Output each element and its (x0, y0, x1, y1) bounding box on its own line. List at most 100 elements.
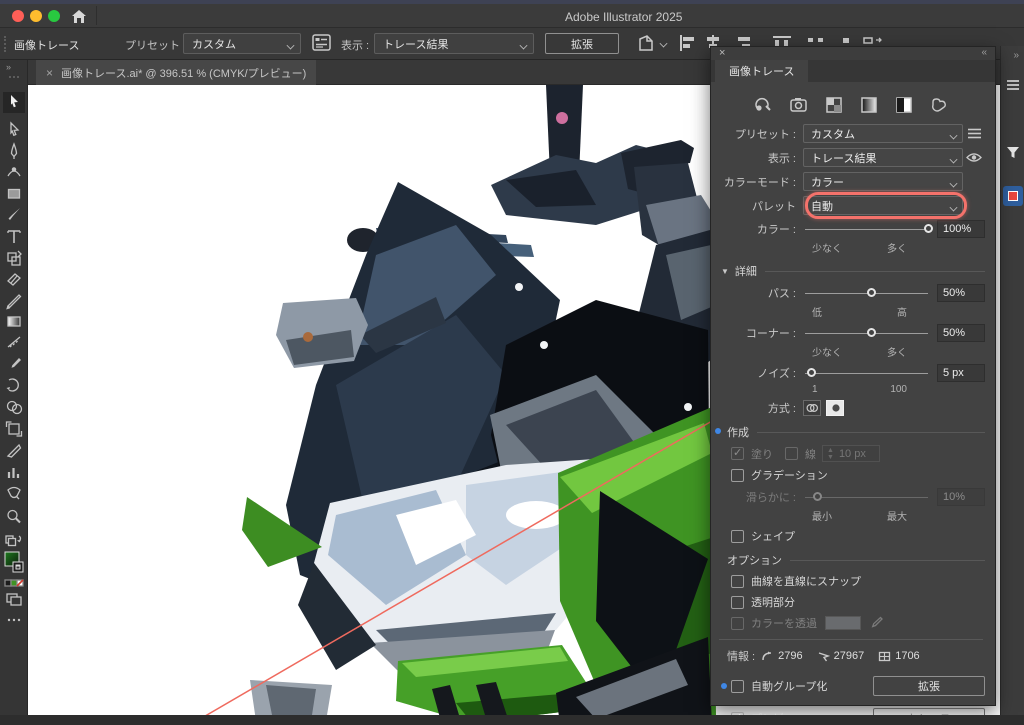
shaper-tool[interactable] (7, 295, 20, 309)
expand-button-panel[interactable]: 拡張 (873, 676, 985, 696)
color-mode-dropdown[interactable]: カラー (803, 172, 963, 191)
paintbrush-tool[interactable] (9, 208, 21, 220)
dock-menu-icon[interactable] (1007, 78, 1019, 92)
transparency-checkbox[interactable] (731, 596, 744, 609)
align-left-icon[interactable] (678, 34, 696, 52)
shape-checkbox[interactable] (731, 530, 744, 543)
anchors-count-icon (817, 650, 830, 663)
pink-detail (556, 112, 568, 124)
palette-dropdown[interactable]: 自動 (803, 196, 963, 215)
smooth-slider[interactable] (803, 491, 930, 504)
eraser-tool[interactable] (8, 274, 20, 285)
draw-mode-icon[interactable] (7, 594, 21, 605)
close-window-button[interactable] (12, 10, 24, 22)
detail-section-label: 詳細 (735, 263, 757, 279)
view-dropdown[interactable]: トレース結果 (374, 33, 534, 54)
zoom-window-button[interactable] (48, 10, 60, 22)
preset-menu-icon[interactable] (963, 128, 985, 139)
detail-section-header[interactable]: ▼ 詳細 (721, 263, 985, 279)
zoom-tool[interactable] (8, 511, 20, 523)
curvature-tool[interactable] (8, 168, 20, 176)
bottom-strip (0, 715, 1024, 725)
low-color-preset-icon[interactable] (825, 96, 843, 114)
artboard-icon[interactable] (636, 34, 656, 53)
rotate-tool[interactable] (7, 379, 19, 391)
corners-slider-row: コーナー : 50% (717, 324, 985, 342)
preset-dropdown[interactable]: カスタム (183, 33, 301, 54)
chevron-down-icon (950, 204, 957, 211)
colors-max-label: 多く (887, 240, 907, 255)
free-transform-tool[interactable] (8, 251, 21, 265)
column-graph-tool[interactable] (9, 468, 18, 478)
swatch-panel-icon[interactable] (1003, 186, 1023, 206)
control-bar-grip[interactable] (4, 36, 7, 52)
panel-preset-dropdown[interactable]: カスタム (803, 124, 963, 143)
stepper-arrows-icon[interactable]: ▲▼ (827, 447, 834, 461)
trace-panel-toggle-icon[interactable] (312, 34, 331, 51)
live-paint-tool[interactable] (8, 488, 20, 500)
tools-grip[interactable] (9, 76, 19, 78)
minimize-window-button[interactable] (30, 10, 42, 22)
palette-value: 自動 (811, 198, 833, 214)
paths-min-label: 低 (812, 304, 822, 319)
auto-color-preset-icon[interactable] (753, 96, 772, 114)
ignore-color-checkbox[interactable] (731, 617, 744, 630)
snap-checkbox[interactable] (731, 575, 744, 588)
expand-button-toolbar[interactable]: 拡張 (545, 33, 619, 54)
stroke-color-swatch[interactable] (13, 562, 23, 572)
shape-builder-tool[interactable] (8, 402, 22, 414)
smooth-min-label: 最小 (812, 508, 832, 523)
gradation-checkbox[interactable] (731, 469, 744, 482)
tab-image-trace[interactable]: 画像トレース (715, 60, 808, 82)
eyedropper-icon[interactable] (869, 616, 883, 630)
colors-value-field[interactable]: 100% (937, 220, 985, 238)
fills-checkbox[interactable] (731, 447, 744, 460)
filter-funnel-icon[interactable] (1006, 146, 1020, 159)
pen-tool[interactable] (12, 144, 17, 159)
rectangle-tool[interactable] (9, 190, 20, 199)
grayscale-preset-icon[interactable] (860, 96, 878, 114)
color-mode-value: カラー (811, 174, 844, 190)
panel-close-icon[interactable]: × (719, 47, 725, 59)
direct-selection-tool[interactable] (11, 123, 18, 135)
gradient-tool[interactable] (8, 317, 20, 326)
home-icon[interactable] (70, 8, 88, 26)
corners-value-field[interactable]: 50% (937, 324, 985, 342)
dock-expand-icon[interactable]: » (1013, 50, 1019, 61)
corners-slider[interactable] (803, 327, 930, 340)
outline-preset-icon[interactable] (930, 96, 949, 114)
ignore-color-swatch[interactable] (825, 616, 861, 630)
swap-fill-stroke-icon[interactable] (6, 536, 21, 546)
document-tab[interactable]: × 画像トレース.ai* @ 396.51 % (CMYK/プレビュー) (36, 60, 316, 85)
stroke-width-field[interactable]: ▲▼ 10 px (822, 445, 880, 462)
panel-collapse-icon[interactable]: « (981, 47, 987, 58)
line-segment-tool[interactable] (8, 337, 20, 347)
method-overlapping-button[interactable] (826, 400, 844, 416)
noise-slider[interactable] (803, 367, 930, 380)
colors-slider[interactable] (803, 223, 930, 236)
panel-view-dropdown[interactable]: トレース結果 (803, 148, 963, 167)
paths-value-field[interactable]: 50% (937, 284, 985, 302)
window-title: Adobe Illustrator 2025 (565, 10, 682, 24)
tools-expand-icon[interactable]: » (6, 62, 10, 72)
artboard-tool[interactable] (7, 422, 22, 436)
view-eye-icon[interactable] (963, 152, 985, 163)
smooth-value-field[interactable]: 10% (937, 488, 985, 506)
snap-label: 曲線を直線にスナップ (751, 573, 861, 589)
autogroup-checkbox[interactable] (731, 680, 744, 693)
eyedropper-tool[interactable] (12, 358, 22, 368)
close-document-icon[interactable]: × (46, 66, 53, 80)
info-anchors: 27967 (817, 650, 865, 663)
more-tools-icon[interactable] (8, 619, 20, 621)
color-mode-strip[interactable] (5, 580, 23, 586)
noise-value-field[interactable]: 5 px (937, 364, 985, 382)
paths-slider[interactable] (803, 287, 930, 300)
high-color-preset-icon[interactable] (789, 96, 808, 114)
fills-label: 塗り (751, 446, 773, 462)
method-abutting-button[interactable] (803, 400, 821, 416)
panel-header: × « (711, 47, 995, 60)
black-white-preset-icon[interactable] (895, 96, 913, 114)
strokes-checkbox[interactable] (785, 447, 798, 460)
slice-tool[interactable] (8, 445, 21, 457)
type-tool[interactable] (8, 231, 20, 243)
